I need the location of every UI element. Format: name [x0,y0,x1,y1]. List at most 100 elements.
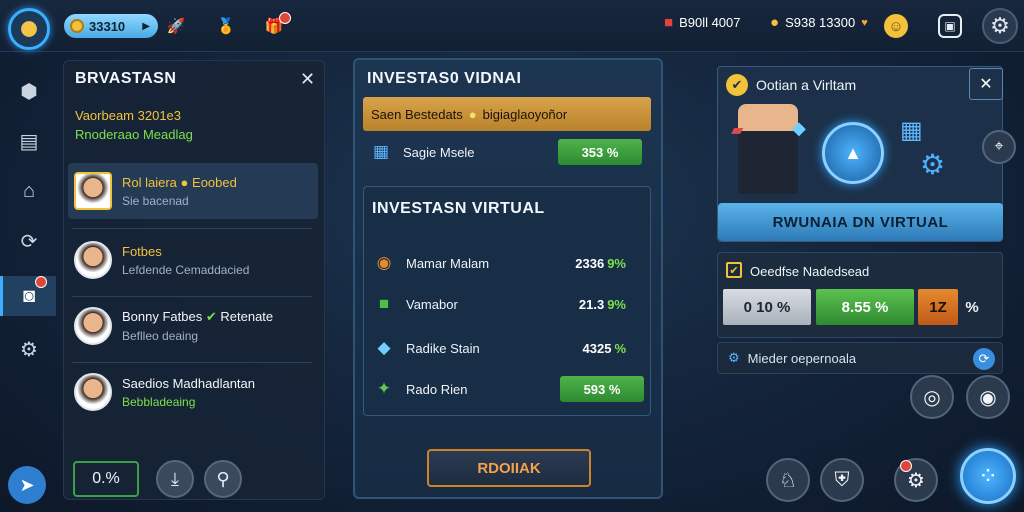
sidebar-house-icon[interactable]: ⌂ [12,174,46,208]
investment-value: 2336 [575,255,605,271]
businessman-icon [738,104,798,194]
gem-icon: ● [770,14,780,31]
investment-label: Vamabor [406,296,458,312]
row-name: Saedios Madhadlantan [122,375,255,391]
row-tag: Retenate [220,309,274,324]
download-icon[interactable]: ⤓ [156,460,194,498]
shard-icon: ◆ [377,338,391,357]
gold-banner-tag: bigiaglaoyoñor [482,106,568,122]
medal-icon[interactable]: 🏅 [214,14,238,38]
gems-stat[interactable]: ● S938 13300 ♥ [770,14,868,31]
inventory-icon[interactable]: ▣ [938,14,962,38]
player-avatar[interactable] [8,8,50,50]
investment-value: 593 % [560,376,644,402]
investment-value: 21.3 [578,296,605,312]
investment-pct: % [614,340,626,356]
friend-avatar [74,373,112,411]
gems-value: S938 13300 [785,15,856,30]
percent-field[interactable]: 0.% [73,461,139,497]
gear-badge [900,460,912,472]
diamond-icon: ◆ [792,118,806,138]
gold-value: B90ll 4007 [679,15,741,30]
sidebar-home-icon[interactable]: ⬢ [12,74,46,108]
investment-row[interactable]: ✦ Rado Rien 593 % [372,374,644,404]
menu-grid-icon[interactable]: ⁘ [960,448,1016,504]
summary-value: 353 % [558,139,642,165]
friend-avatar [74,307,112,345]
emoji-icon[interactable]: ☺ [884,14,908,38]
gold-stat[interactable]: ■ B90ll 4007 [664,14,741,31]
sidebar-wallet-icon[interactable]: ▤ [12,124,46,158]
list-item[interactable]: Rol laiera ● Eoobed Sie bacenad [68,163,318,219]
confirm-button[interactable]: RDOIIAK [427,449,591,487]
gift-icon: ■ [664,14,674,31]
investment-row[interactable]: ◆ Radike Stain 4325 % [372,333,644,363]
shield-icon[interactable]: ⛨ [820,458,864,502]
sidebar-refresh-icon[interactable]: ⟳ [12,224,46,258]
right-panel-close-icon[interactable]: ✕ [969,68,1003,100]
divider [72,228,312,229]
summary-label: Sagie Msele [403,145,475,160]
row-sub: Sie bacenad [122,193,189,208]
gold-banner[interactable]: Saen Bestedats ● bigiaglaoyoñor [363,97,651,131]
rocket-icon[interactable]: 🚀 [164,14,188,38]
row-name: Rol laiera [122,174,177,190]
currency-pill[interactable]: 33310 ▶ [64,14,158,38]
list-item[interactable]: Saedios Madhadlantan Bebbladeaing [68,364,318,420]
row-tag: Eoobed [192,174,237,190]
friend-avatar [74,172,112,210]
box-icon: ▦ [900,117,923,144]
sidebar-badge [35,276,47,288]
row-name: Fotbes [122,243,162,259]
cube-icon: ■ [378,294,390,313]
row-sub: Bebbladeaing [122,394,196,409]
settings-gear-icon[interactable]: ⚙ [982,8,1018,44]
star-icon: ● [180,174,189,190]
sidebar-compass-icon[interactable]: ➤ [8,466,46,504]
gold-banner-text: Saen Bestedats [371,106,463,122]
investment-label: Rado Rien [406,381,468,397]
right-panel-title: Ootian a Virltam [756,77,857,93]
list-item[interactable]: Fotbes Lefdende Cemaddacied [68,232,318,288]
cash-icon: ✦ [376,379,392,398]
summary-icon: ▦ [373,142,390,161]
friend-avatar [74,241,112,279]
sidebar-settings-icon[interactable]: ⚙ [12,332,46,366]
percentage-title: Oeedfse Nadedsead [750,264,870,279]
camera-icon[interactable]: ◉ [966,375,1010,419]
run-virtual-button[interactable]: RWUNAIA DN VIRTUAL [718,203,1003,241]
fingerprint-icon[interactable]: ◎ [910,375,954,419]
pet-icon[interactable]: ♘ [766,458,810,502]
divider [72,362,312,363]
investment-row[interactable]: ◉ Mamar Malam 2336 9% [372,248,644,278]
heart-icon: ♥ [861,16,868,29]
notification-badge [279,12,291,24]
info-bar[interactable]: ⚙ Mieder oepernoala [717,342,1003,374]
badge-gear-icon: ⚙ [920,149,946,180]
currency-value: 33310 [89,18,126,34]
list-item[interactable]: Bonny Fatbes ✔ Retenate Beflleo deaing [68,298,318,354]
option-button-3[interactable]: 1Z [918,289,958,325]
token-icon[interactable]: ▲ [822,122,884,184]
snail-icon: ◉ [376,253,392,272]
investment-pct: 9% [607,255,626,271]
check-icon: ✔ [205,309,217,324]
search-icon[interactable]: ⚲ [204,460,242,498]
location-icon[interactable]: ⌖ [982,130,1016,164]
card-icon: ▰ [731,122,744,139]
investment-value: 4325 [582,340,612,356]
left-panel-title: BRVASTASN [75,70,177,87]
investment-pct: 9% [607,296,626,312]
investment-row[interactable]: ■ Vamabor 21.3 9% [372,289,644,319]
checkbox-icon[interactable]: ✔ [726,262,742,278]
coin-icon [70,19,84,33]
option-button-1[interactable]: 0 10 % [723,289,811,325]
option-button-2[interactable]: 8.55 % [816,289,914,325]
info-icon: ⚙ [728,350,740,365]
investment-label: Radike Stain [406,340,480,356]
refresh-icon[interactable]: ⟳ [973,348,995,370]
left-panel-close-icon[interactable]: ✕ [300,69,315,90]
row-name: Bonny Fatbes [122,309,203,324]
section-title: INVESTASN VIRTUAL [372,200,545,217]
option-suffix: % [965,298,979,316]
